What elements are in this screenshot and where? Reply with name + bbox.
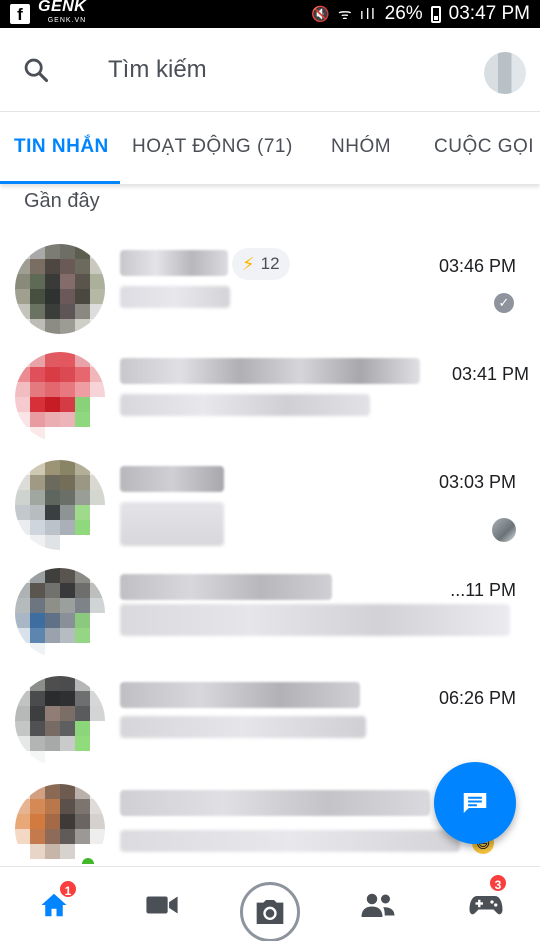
message-snippet-redacted [120,830,460,852]
message-snippet-redacted [120,286,230,308]
contact-avatar [15,568,105,658]
profile-avatar[interactable] [484,52,526,94]
battery-percent: 26% [384,3,423,24]
conversation-row[interactable]: 03:41 PM [0,334,540,442]
message-snippet-redacted [120,502,224,546]
compose-message-icon [463,793,487,813]
conversation-row[interactable]: ...11 PM [0,550,540,658]
contact-avatar [15,352,105,442]
contact-avatar [15,460,105,550]
contact-name-redacted [120,574,332,600]
active-tab-indicator [0,181,120,184]
seen-by-avatar [492,518,516,542]
camera-icon [256,900,284,924]
activity-count: 12 [260,254,280,273]
search-icon[interactable] [22,56,50,84]
clock: 03:47 PM [448,3,530,24]
nav-home[interactable]: 1 [34,879,78,925]
contact-name-redacted [120,466,224,492]
contact-name-redacted [120,790,430,816]
message-time: ...11 PM [450,580,516,600]
video-camera-icon [146,896,178,914]
message-time: 03:46 PM [438,256,516,276]
search-input[interactable]: Tìm kiếm [108,56,207,84]
nav-video[interactable] [142,885,182,925]
status-bar: f GENK GENK.VN 🔇 ᯤ ıll 26% 03:47 PM [0,0,540,28]
conversation-list[interactable]: Gần đây ⚡ 12 03:46 PM ✓ 03:41 PM 03:03 P… [0,184,540,864]
facebook-icon: f [10,4,30,24]
message-snippet-redacted [120,604,510,636]
tab-groups[interactable]: NHÓM [331,136,391,158]
contact-name-redacted [120,358,420,384]
bolt-icon: ⚡ [242,253,255,274]
game-controller-icon [469,896,503,915]
conversation-row[interactable]: 06:26 PM [0,658,540,766]
message-snippet-redacted [120,716,366,738]
contact-avatar [15,676,105,766]
watermark-logo: GENK GENK.VN [38,0,86,28]
people-icon [361,893,395,917]
watermark-text: GENK [38,0,87,15]
tab-activity[interactable]: HOẠT ĐỘNG (71) [132,136,293,158]
signal-icons: 🔇 ᯤ ıll [311,6,377,23]
conversation-row[interactable]: 03:03 PM [0,442,540,550]
tab-bar: TIN NHẮN HOẠT ĐỘNG (71) NHÓM CUỘC GỌI [0,112,540,184]
search-bar[interactable]: Tìm kiếm [0,28,540,112]
home-notification-badge: 1 [58,879,78,899]
activity-badge: ⚡ 12 [232,248,290,280]
nav-games[interactable]: 3 [466,873,508,925]
bottom-navigation: 1 3 [0,866,540,941]
section-title: Gần đây [24,190,100,212]
contact-avatar [15,244,105,334]
nav-people[interactable] [358,885,398,925]
message-time: 06:26 PM [438,688,516,708]
message-time: 03:03 PM [438,472,516,492]
tab-messages[interactable]: TIN NHẮN [14,136,109,158]
conversation-row[interactable]: ⚡ 12 03:46 PM ✓ [0,226,540,334]
tab-calls[interactable]: CUỘC GỌI [434,136,534,158]
battery-icon [430,5,441,23]
contact-avatar [15,784,105,864]
seen-check-icon: ✓ [494,293,514,313]
message-snippet-redacted [120,394,370,416]
new-message-button[interactable] [434,762,516,844]
message-time: 03:41 PM [451,364,529,384]
watermark-subtext: GENK.VN [47,17,87,24]
contact-name-redacted [120,682,360,708]
games-notification-badge: 3 [488,873,508,893]
contact-name-redacted [120,250,228,276]
camera-button[interactable] [240,882,300,941]
